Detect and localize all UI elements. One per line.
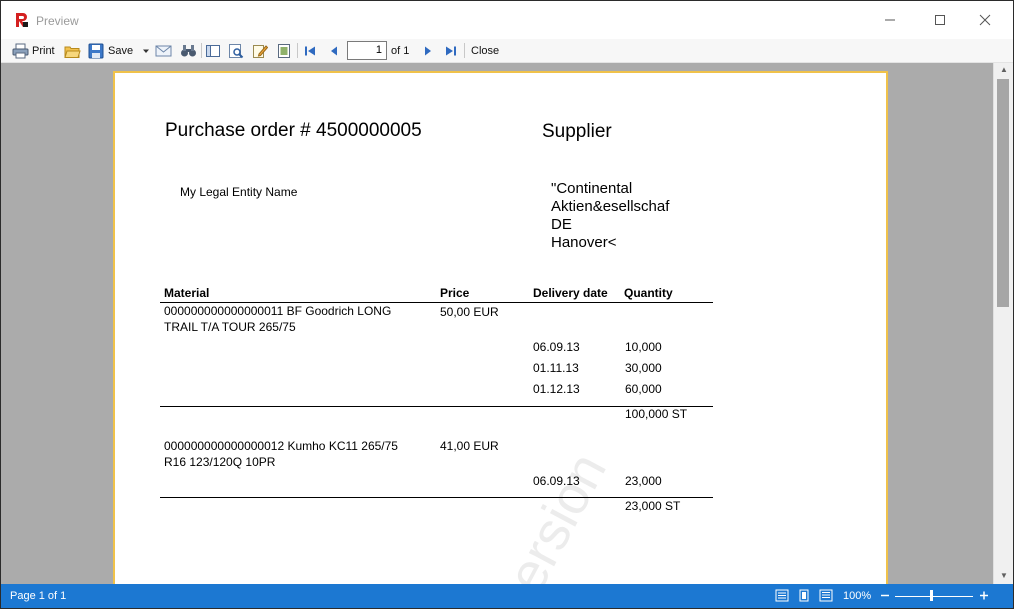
close-preview-button[interactable]: Close	[471, 41, 499, 60]
previous-page-button[interactable]	[327, 41, 341, 60]
vertical-scrollbar[interactable]: ▲ ▼	[993, 63, 1013, 584]
item-material-line: TRAIL T/A TOUR 265/75	[164, 320, 296, 334]
delivery-date: 06.09.13	[533, 474, 580, 488]
supplier-address-line: Hanover<	[551, 234, 617, 251]
previous-page-icon	[331, 46, 337, 55]
title-bar: Preview	[1, 1, 1013, 39]
page-number-input[interactable]: 1	[347, 41, 387, 60]
zoom-level: 100%	[843, 590, 872, 602]
watermark-text: ersion	[495, 443, 618, 584]
app-logo-icon	[16, 13, 28, 27]
column-header-material: Material	[164, 286, 210, 300]
next-page-button[interactable]	[421, 41, 435, 60]
preview-area[interactable]: ersion Purchase order # 4500000005 Suppl…	[1, 63, 993, 584]
find-button[interactable]	[180, 41, 197, 60]
report-title: Purchase order # 4500000005	[165, 120, 422, 141]
status-bar: Page 1 of 1 100%	[1, 584, 1013, 608]
envelope-icon	[155, 45, 172, 56]
page-width-view-icon[interactable]	[775, 589, 789, 602]
open-button[interactable]	[64, 41, 81, 60]
toolbar-separator	[464, 43, 465, 58]
edit-button[interactable]	[252, 41, 268, 60]
item-price: 50,00 EUR	[440, 305, 499, 319]
item-total-quantity: 100,000 ST	[625, 407, 688, 421]
zoom-page-icon	[229, 43, 244, 58]
delivery-quantity: 60,000	[625, 382, 662, 396]
page-count-label: of 1	[391, 44, 410, 57]
pencil-page-icon	[253, 44, 268, 58]
supplier-heading: Supplier	[542, 121, 612, 142]
item-material-line: R16 123/120Q 10PR	[164, 455, 276, 469]
printer-icon	[12, 43, 29, 58]
send-email-button[interactable]	[155, 41, 172, 60]
column-header-quantity: Quantity	[624, 286, 673, 300]
zoom-slider-track[interactable]	[895, 596, 973, 597]
single-page-view-icon[interactable]	[797, 589, 811, 602]
scroll-down-icon[interactable]: ▼	[994, 569, 1013, 583]
supplier-address-line: "Continental	[551, 180, 633, 197]
item-total-quantity: 23,000 ST	[625, 499, 681, 513]
save-label: Save	[108, 44, 134, 57]
column-header-delivery-date: Delivery date	[533, 286, 608, 300]
supplier-address-line: DE	[551, 216, 572, 233]
page-status-text: Page 1 of 1	[10, 590, 67, 602]
item-material-line: 000000000000000012 Kumho KC11 265/75	[164, 439, 398, 453]
toolbar-separator	[297, 43, 298, 58]
close-label: Close	[471, 44, 500, 57]
legal-entity-name: My Legal Entity Name	[180, 185, 298, 199]
toolbar-separator	[201, 43, 202, 58]
page-setup-icon	[278, 43, 290, 58]
minimize-button[interactable]	[873, 9, 907, 31]
delivery-quantity: 10,000	[625, 340, 662, 354]
print-button[interactable]: Print	[12, 41, 55, 60]
minimize-icon	[885, 19, 895, 21]
delivery-date: 01.11.13	[533, 361, 579, 375]
toolbar: Print Save 1 of 1 Close	[1, 39, 1013, 63]
delivery-date: 06.09.13	[533, 340, 580, 354]
zoom-button[interactable]	[228, 41, 244, 60]
next-page-icon	[425, 46, 431, 55]
delivery-quantity: 30,000	[625, 361, 662, 375]
multi-page-view-icon[interactable]	[819, 589, 833, 602]
scroll-up-icon[interactable]: ▲	[994, 63, 1013, 77]
column-header-price: Price	[440, 286, 470, 300]
item-material-line: 000000000000000011 BF Goodrich LONG	[164, 304, 392, 318]
outline-button[interactable]	[205, 41, 221, 60]
item-price: 41,00 EUR	[440, 439, 499, 453]
scrollbar-thumb[interactable]	[997, 79, 1009, 307]
save-button[interactable]: Save	[88, 41, 151, 60]
binoculars-icon	[181, 44, 196, 56]
report-page: ersion Purchase order # 4500000005 Suppl…	[113, 71, 888, 584]
supplier-address-line: Aktien&esellschaf	[551, 198, 670, 215]
page-setup-button[interactable]	[276, 41, 292, 60]
delivery-quantity: 23,000	[625, 474, 662, 488]
last-page-icon	[446, 46, 456, 55]
zoom-slider-thumb[interactable]	[930, 590, 933, 601]
preview-window: Preview Print Save 1 of 1 Close ersion P…	[0, 0, 1014, 609]
last-page-button[interactable]	[444, 41, 458, 60]
first-page-icon	[305, 46, 315, 55]
item-total-rule	[160, 497, 713, 498]
print-label: Print	[32, 44, 55, 57]
outline-panel-icon	[206, 44, 220, 57]
floppy-disk-icon	[88, 43, 104, 58]
delivery-date: 01.12.13	[533, 382, 580, 396]
maximize-icon	[935, 15, 945, 25]
folder-open-icon	[64, 46, 81, 58]
close-window-button[interactable]	[968, 9, 1002, 31]
close-icon	[979, 14, 991, 26]
zoom-in-icon[interactable]	[977, 589, 991, 602]
window-title: Preview	[36, 14, 79, 28]
maximize-button[interactable]	[923, 9, 957, 31]
first-page-button[interactable]	[303, 41, 317, 60]
header-rule	[160, 302, 713, 303]
chevron-down-icon	[143, 49, 150, 53]
zoom-out-icon[interactable]	[878, 589, 892, 602]
page-count: of 1	[391, 41, 409, 60]
